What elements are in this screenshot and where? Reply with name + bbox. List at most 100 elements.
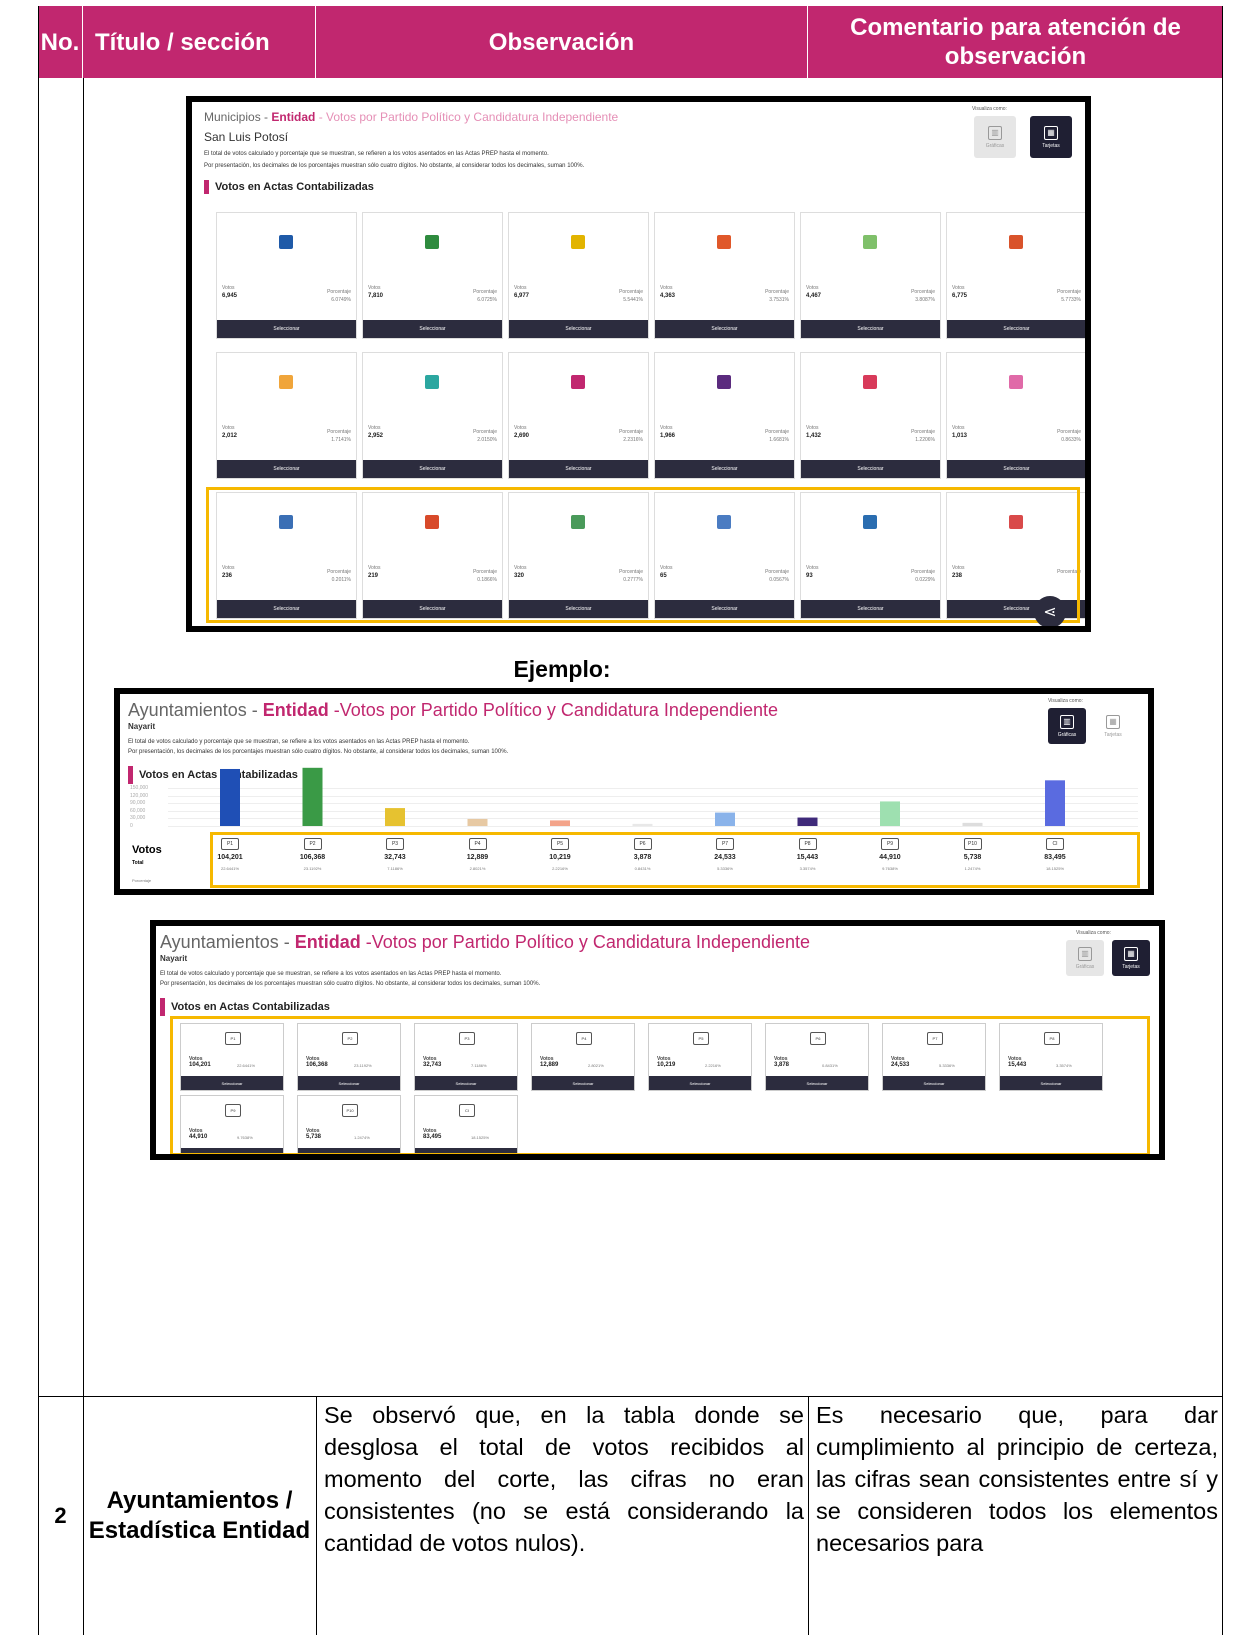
seleccionar-button[interactable]: Seleccionar <box>217 460 356 478</box>
votos-value: 1,013 <box>952 433 968 439</box>
col-divider-3 <box>808 1396 809 1635</box>
pct-value: 5.5441% <box>623 297 643 303</box>
tarjetas-toggle[interactable]: ▦ Tarjetas <box>1030 116 1072 158</box>
seleccionar-button[interactable]: Seleccionar <box>947 320 1085 338</box>
party-logo-icon <box>863 375 877 389</box>
pct-label: Porcentaje <box>327 289 351 295</box>
votos-value: 1,966 <box>660 433 676 439</box>
seleccionar-button[interactable]: Seleccionar <box>655 320 794 338</box>
party-tile: Votos 6,775 Porcentaje 5.7733% Seleccionar <box>946 212 1085 339</box>
header-no: No. <box>38 6 83 78</box>
pct-label: Porcentaje <box>619 429 643 435</box>
bar-p4 <box>467 818 488 826</box>
party-tile: Votos 1,432 Porcentaje 1.2206% Seleccionar <box>800 352 941 479</box>
votos-value: 2,012 <box>222 433 238 439</box>
party-tile: Votos 2,690 Porcentaje 2.2316% Seleccionar <box>508 352 649 479</box>
seleccionar-button[interactable]: Seleccionar <box>655 460 794 478</box>
party-logo-icon <box>717 375 731 389</box>
section-bar <box>204 180 209 194</box>
pct-label: Porcentaje <box>327 429 351 435</box>
bar-p2 <box>302 767 323 826</box>
pct-label: Porcentaje <box>911 429 935 435</box>
votos-value: 6,775 <box>952 293 968 299</box>
share-button[interactable]: ⋖ <box>1034 596 1066 626</box>
bar-p5 <box>550 820 570 826</box>
votos-value: 2,690 <box>514 433 530 439</box>
seleccionar-button[interactable]: Seleccionar <box>363 460 502 478</box>
row2-observacion: Se observó que, en la tabla donde se des… <box>324 1402 804 1556</box>
votos-label: Votos <box>660 425 673 431</box>
pct-label: Porcentaje <box>911 289 935 295</box>
bar-p7 <box>715 812 735 826</box>
pct-value: 5.7733% <box>1061 297 1081 303</box>
party-tile: Votos 2,952 Porcentaje 2.0150% Seleccionar <box>362 352 503 479</box>
votos-value: 2,952 <box>368 433 384 439</box>
pct-label: Porcentaje <box>473 429 497 435</box>
row2-number: 2 <box>54 1503 67 1528</box>
section-bar <box>160 998 165 1016</box>
pct-value: 2.0150% <box>477 437 497 443</box>
bar-chart-icon: ▥ <box>988 125 1002 140</box>
seleccionar-button[interactable]: Seleccionar <box>801 320 940 338</box>
pct-label: Porcentaje <box>765 289 789 295</box>
observations-table: No. Título / sección Observación Comenta… <box>38 0 1223 1635</box>
pct-label: Porcentaje <box>473 289 497 295</box>
screenshot-ayuntamientos-graficas: Ayuntamientos - Entidad -Votos por Parti… <box>114 688 1154 895</box>
share-icon: ⋖ <box>1043 604 1057 621</box>
graficas-toggle[interactable]: ▥ Gráficas <box>974 116 1016 158</box>
shot3-section: Votos en Actas Contabilizadas <box>160 998 330 1016</box>
seleccionar-button[interactable]: Seleccionar <box>509 460 648 478</box>
tarjetas-toggle[interactable]: ▦ Tarjetas <box>1112 940 1150 976</box>
pct-value: 3.7531% <box>769 297 789 303</box>
party-tile: Votos 1,966 Porcentaje 1.6681% Seleccionar <box>654 352 795 479</box>
pct-value: 1.6681% <box>769 437 789 443</box>
party-tile: Votos 6,945 Porcentaje 6.0749% Seleccionar <box>216 212 357 339</box>
visualiza-label: Visualiza como: <box>1076 930 1111 936</box>
votos-value: 6,945 <box>222 293 238 299</box>
seleccionar-button[interactable]: Seleccionar <box>801 460 940 478</box>
votos-value: 7,810 <box>368 293 384 299</box>
shot1-note2: Por presentación, los decimales de los p… <box>204 163 585 169</box>
shot1-subtitle: San Luis Potosí <box>204 130 289 144</box>
pct-value: 6.0749% <box>331 297 351 303</box>
screenshot-municipios-tarjetas: Municipios - Entidad - Votos por Partido… <box>186 96 1091 632</box>
bar-ci <box>1045 780 1065 826</box>
votos-label: Votos <box>514 425 527 431</box>
graficas-toggle[interactable]: ▥ Gráficas <box>1066 940 1104 976</box>
votos-label: Votos <box>368 285 381 291</box>
party-logo-icon <box>425 235 439 249</box>
party-logo-icon <box>1009 375 1023 389</box>
party-logo-icon <box>279 235 293 249</box>
header-observacion: Observación <box>316 6 808 78</box>
bar-p8 <box>797 817 818 826</box>
screenshot-ayuntamientos-tarjetas: Ayuntamientos - Entidad -Votos por Parti… <box>150 920 1165 1160</box>
seleccionar-button[interactable]: Seleccionar <box>509 320 648 338</box>
seleccionar-button[interactable]: Seleccionar <box>363 320 502 338</box>
votos-label: Votos <box>514 285 527 291</box>
party-logo-icon <box>279 375 293 389</box>
votos-label: Votos <box>806 425 819 431</box>
seleccionar-button[interactable]: Seleccionar <box>217 320 356 338</box>
votos-label: Votos <box>222 425 235 431</box>
party-tile: Votos 2,012 Porcentaje 1.7141% Seleccionar <box>216 352 357 479</box>
shot1-note1: El total de votos calculado y porcentaje… <box>204 151 549 157</box>
pct-value: 6.0725% <box>477 297 497 303</box>
party-logo-icon <box>425 375 439 389</box>
seleccionar-button[interactable]: Seleccionar <box>947 460 1085 478</box>
party-logo-icon <box>717 235 731 249</box>
votos-label: Votos <box>806 285 819 291</box>
party-logo-icon <box>863 235 877 249</box>
visualiza-label: Visualiza como: <box>972 106 1007 112</box>
bar-p3 <box>385 808 405 826</box>
votos-value: 1,432 <box>806 433 822 439</box>
col-divider-2 <box>316 1396 317 1635</box>
shot3-title: Ayuntamientos - Entidad -Votos por Parti… <box>160 932 811 952</box>
ejemplo-label: Ejemplo: <box>513 656 611 682</box>
votos-value: 6,977 <box>514 293 530 299</box>
votos-label: Votos <box>132 844 162 856</box>
pct-value: 1.2206% <box>915 437 935 443</box>
shot3-note2: Por presentación, los decimales de los p… <box>160 981 541 987</box>
pct-label: Porcentaje <box>1057 429 1081 435</box>
votos-label: Votos <box>222 285 235 291</box>
pct-value: 0.8633% <box>1061 437 1081 443</box>
